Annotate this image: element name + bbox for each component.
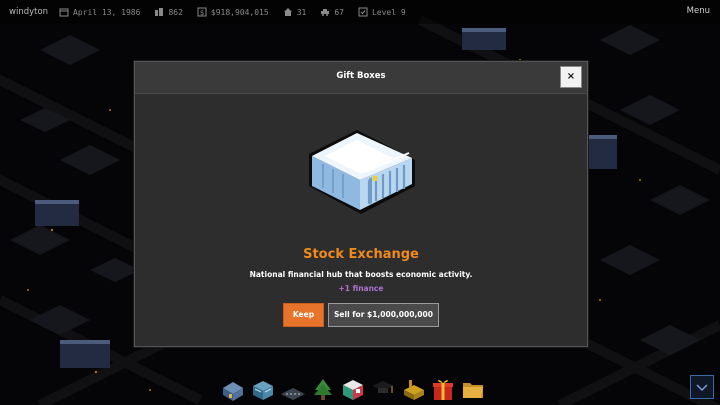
house-icon	[223, 382, 243, 401]
stock-exchange-building-icon	[309, 130, 415, 214]
money-icon: $	[197, 7, 207, 17]
shop-icon	[253, 381, 273, 400]
construction-icon	[404, 380, 424, 400]
menu-button[interactable]: Menu	[687, 6, 710, 16]
level-stat: Level 9	[358, 7, 406, 17]
house-tool[interactable]	[220, 376, 246, 402]
tree-icon	[314, 379, 332, 400]
car-icon	[320, 7, 330, 17]
keep-button[interactable]: Keep	[283, 303, 324, 327]
road-icon	[281, 388, 305, 400]
school-icon	[372, 381, 394, 393]
school-tool[interactable]	[370, 376, 396, 402]
city-name: windyton	[9, 7, 49, 17]
vehicles-stat: 67	[320, 7, 344, 17]
home-icon	[283, 7, 293, 17]
hospital-tool[interactable]	[340, 376, 366, 402]
tree-tool[interactable]	[310, 376, 336, 402]
item-bonus: +1 finance	[338, 284, 384, 293]
gift-tool[interactable]	[430, 376, 456, 402]
money-stat: $ $918,904,015	[197, 7, 269, 17]
folder-tool[interactable]	[460, 376, 486, 402]
item-name: Stock Exchange	[303, 247, 419, 262]
top-hud: windyton April 13, 1986 862 $ $918,904,0…	[0, 0, 720, 24]
level-icon	[358, 7, 368, 17]
population-stat: 31	[283, 7, 307, 17]
minimap-button[interactable]	[690, 375, 714, 399]
game-screen: windyton April 13, 1986 862 $ $918,904,0…	[0, 0, 720, 405]
shop-tool[interactable]	[250, 376, 276, 402]
money-value: $918,904,015	[210, 7, 269, 17]
construction-tool[interactable]	[400, 376, 426, 402]
build-toolbar	[220, 372, 490, 402]
close-button[interactable]: ×	[560, 66, 582, 88]
chevron-down-icon	[696, 384, 708, 392]
gift-box-dialog: Gift Boxes × Stock Exchange National fin…	[134, 61, 588, 347]
road-tool[interactable]	[280, 376, 306, 402]
date-value: April 13, 1986	[73, 7, 141, 17]
dialog-title: Gift Boxes	[336, 71, 386, 81]
vehicles-value: 67	[334, 7, 344, 17]
svg-text:$: $	[200, 9, 204, 17]
dialog-header: Gift Boxes ×	[135, 62, 587, 94]
level-value: Level 9	[371, 7, 406, 17]
population-value: 31	[296, 7, 307, 17]
gift-icon	[433, 380, 453, 400]
date-stat: April 13, 1986	[59, 7, 140, 17]
buildings-value: 862	[168, 7, 183, 17]
calendar-icon	[59, 7, 69, 17]
sell-button[interactable]: Sell for $1,000,000,000	[328, 303, 439, 327]
hospital-icon	[343, 380, 363, 400]
folder-icon	[463, 383, 483, 398]
item-description: National financial hub that boosts econo…	[249, 270, 473, 279]
buildings-icon	[154, 7, 164, 17]
buildings-stat: 862	[154, 7, 183, 17]
